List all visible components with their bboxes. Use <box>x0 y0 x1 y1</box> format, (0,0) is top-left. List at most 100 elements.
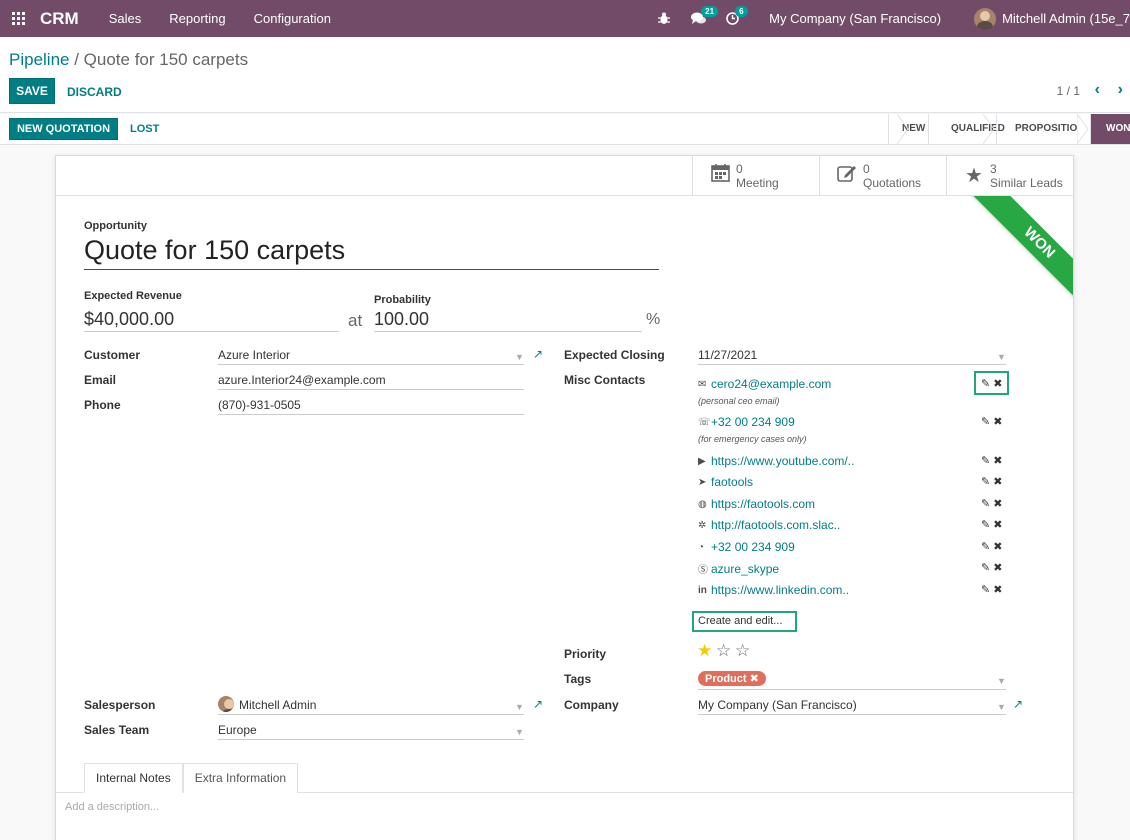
bug-icon[interactable] <box>653 0 675 37</box>
pager-prev-icon[interactable]: ‹ <box>1095 81 1100 99</box>
priority-star-empty-icon[interactable]: ☆ <box>735 641 750 661</box>
sales-team-dropdown-icon[interactable]: ▼ <box>515 727 524 737</box>
create-and-edit-button[interactable]: Create and edit... <box>698 615 782 627</box>
chat-icon[interactable]: 21 <box>687 0 719 37</box>
email-label: Email <box>84 373 117 387</box>
contact-row[interactable]: ☏ +32 00 234 909 <box>698 415 795 429</box>
pager-value[interactable]: 1 / 1 <box>1057 84 1080 98</box>
won-ribbon: WON <box>946 196 1073 326</box>
meeting-smart-button[interactable]: 0 Meeting <box>692 156 819 195</box>
contact-value[interactable]: https://www.youtube.com/.. <box>711 454 854 468</box>
pencil-icon[interactable]: ✎ <box>981 455 990 467</box>
menu-configuration[interactable]: Configuration <box>240 0 345 37</box>
globe-icon: ◍ <box>698 498 707 510</box>
salesperson-external-link-icon[interactable]: ↗ <box>533 697 543 711</box>
expected-closing-input[interactable]: 11/27/2021 <box>698 348 757 362</box>
expected-revenue-input[interactable]: $40,000.00 <box>84 309 174 330</box>
contact-row[interactable]: ✉ cero24@example.com <box>698 377 831 391</box>
opportunity-title[interactable]: Quote for 150 carpets <box>84 235 345 266</box>
similar-leads-smart-button[interactable]: ★ 3 Similar Leads <box>946 156 1073 195</box>
tab-internal-notes[interactable]: Internal Notes <box>84 763 183 793</box>
customer-underline <box>218 364 524 365</box>
company-switcher[interactable]: My Company (San Francisco) <box>769 11 941 26</box>
pencil-icon[interactable]: ✎ <box>981 541 990 553</box>
company-input[interactable]: My Company (San Francisco) <box>698 698 857 712</box>
contact-row[interactable]: in https://www.linkedin.com.. <box>698 583 849 597</box>
salesperson-underline <box>218 714 524 715</box>
company-external-link-icon[interactable]: ↗ <box>1013 697 1023 711</box>
tag-badge[interactable]: Product ✖ <box>698 671 766 686</box>
contact-value[interactable]: azure_skype <box>711 562 779 576</box>
contact-value[interactable]: http://faotools.com.slac.. <box>711 518 840 532</box>
quotations-smart-button[interactable]: 0 Quotations <box>819 156 946 195</box>
remove-icon[interactable]: ✖ <box>993 541 1002 553</box>
contact-value[interactable]: faotools <box>711 475 753 489</box>
stage-proposition[interactable]: PROPOSITION <box>996 114 1090 144</box>
salesperson-dropdown-icon[interactable]: ▼ <box>515 702 524 712</box>
activity-clock-icon[interactable]: 6 <box>721 0 748 37</box>
new-quotation-button[interactable]: NEW QUOTATION <box>9 118 118 140</box>
contact-value[interactable]: https://www.linkedin.com.. <box>711 583 849 597</box>
contact-row[interactable]: ◍ https://faotools.com <box>698 497 815 511</box>
priority-star-filled-icon[interactable]: ★ <box>697 641 712 661</box>
pencil-icon[interactable]: ✎ <box>981 498 990 510</box>
sales-team-input[interactable]: Europe <box>218 723 257 737</box>
closing-dropdown-icon[interactable]: ▼ <box>997 352 1006 362</box>
app-brand[interactable]: CRM <box>40 9 79 29</box>
pencil-icon[interactable]: ✎ <box>981 519 990 531</box>
save-button[interactable]: SAVE <box>9 78 55 104</box>
user-menu[interactable]: Mitchell Admin (15e_7 <box>974 7 1130 30</box>
remove-icon[interactable]: ✖ <box>993 455 1002 467</box>
contact-row[interactable]: Ⓢazure_skype <box>698 561 779 577</box>
contact-value[interactable]: cero24@example.com <box>711 377 831 391</box>
pencil-icon[interactable]: ✎ <box>981 584 990 596</box>
customer-external-link-icon[interactable]: ↗ <box>533 347 543 361</box>
pencil-icon[interactable]: ✎ <box>981 378 990 390</box>
company-dropdown-icon[interactable]: ▼ <box>997 702 1006 712</box>
contact-row[interactable]: ▶ https://www.youtube.com/.. <box>698 454 854 468</box>
email-input[interactable]: azure.Interior24@example.com <box>218 373 386 387</box>
priority-star-empty-icon[interactable]: ☆ <box>716 641 731 661</box>
contact-value[interactable]: https://faotools.com <box>711 497 815 511</box>
probability-input[interactable]: 100.00 <box>374 309 429 330</box>
phone-input[interactable]: (870)-931-0505 <box>218 398 301 412</box>
customer-input[interactable]: Azure Interior <box>218 348 290 362</box>
contact-row[interactable]: ➤ faotools <box>698 475 753 489</box>
contact-row[interactable]: ◔ +32 00 234 909 <box>698 540 795 554</box>
lost-button[interactable]: LOST <box>130 123 159 135</box>
breadcrumb-pipeline[interactable]: Pipeline <box>9 50 70 69</box>
contact-row-actions: ✎ ✖ <box>981 583 1003 596</box>
contact-row-actions: ✎ ✖ <box>981 377 1003 390</box>
pencil-icon[interactable]: ✎ <box>981 562 990 574</box>
slack-icon: ✲ <box>698 519 707 531</box>
remove-icon[interactable]: ✖ <box>993 584 1002 596</box>
stage-won[interactable]: WON <box>1090 114 1130 144</box>
remove-icon[interactable]: ✖ <box>993 562 1002 574</box>
contact-value[interactable]: +32 00 234 909 <box>711 540 795 554</box>
phone-underline <box>218 414 524 415</box>
remove-icon[interactable]: ✖ <box>993 498 1002 510</box>
salesperson-input[interactable]: Mitchell Admin <box>239 698 316 712</box>
menu-sales[interactable]: Sales <box>95 0 156 37</box>
tag-remove-icon[interactable]: ✖ <box>750 673 759 685</box>
remove-icon[interactable]: ✖ <box>993 519 1002 531</box>
contact-row-actions: ✎ ✖ <box>981 518 1003 531</box>
contact-value[interactable]: +32 00 234 909 <box>711 415 795 429</box>
stage-arrow-divider <box>897 114 909 145</box>
description-editor[interactable]: Add a description... <box>56 793 1073 840</box>
customer-dropdown-icon[interactable]: ▼ <box>515 352 524 362</box>
remove-icon[interactable]: ✖ <box>993 378 1002 390</box>
contact-row[interactable]: ✲ http://faotools.com.slac.. <box>698 518 840 532</box>
remove-icon[interactable]: ✖ <box>993 416 1002 428</box>
pencil-icon[interactable]: ✎ <box>981 416 990 428</box>
tags-dropdown-icon[interactable]: ▼ <box>997 676 1006 686</box>
discard-button[interactable]: DISCARD <box>67 85 122 99</box>
apps-menu-icon[interactable] <box>2 0 34 37</box>
tab-extra-information[interactable]: Extra Information <box>182 763 299 793</box>
remove-icon[interactable]: ✖ <box>993 476 1002 488</box>
expected-closing-label: Expected Closing <box>564 348 665 362</box>
pencil-icon[interactable]: ✎ <box>981 476 990 488</box>
menu-reporting[interactable]: Reporting <box>155 0 239 37</box>
user-name: Mitchell Admin (15e_7 <box>1002 11 1130 26</box>
pager-next-icon[interactable]: › <box>1118 81 1123 99</box>
